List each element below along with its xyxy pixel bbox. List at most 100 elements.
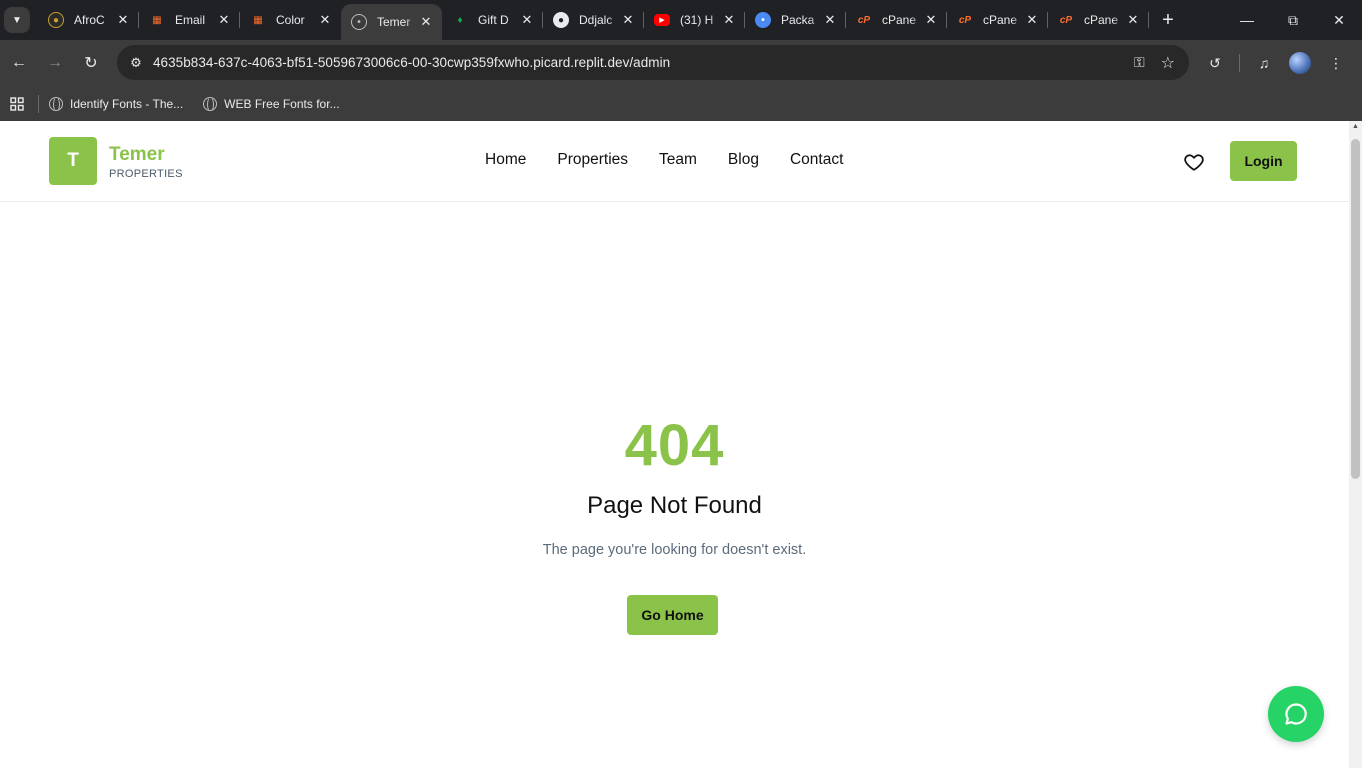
close-icon[interactable]: ✕ xyxy=(418,14,434,30)
browser-toolbar: ← → ↻ ⚙ 4635b834-637c-4063-bf51-50596730… xyxy=(0,40,1362,86)
tab-afroc[interactable]: ● AfroC ✕ xyxy=(38,0,139,40)
nav-blog[interactable]: Blog xyxy=(728,151,759,169)
toolbar-right: ↺ ♫ ⋮ xyxy=(1197,40,1354,86)
media-control-icon[interactable]: ♫ xyxy=(1246,55,1282,71)
tab-title: cPane xyxy=(882,13,917,27)
address-bar-actions: ⚿ ☆ xyxy=(1134,45,1175,80)
tab-list: ● AfroC ✕ ▦ Email ✕ ▦ Color ✕ • Temer ✕ … xyxy=(38,0,1149,40)
back-arrow-icon[interactable]: ← xyxy=(1,45,37,81)
scrollbar-thumb[interactable] xyxy=(1351,139,1360,479)
tab-youtube[interactable]: ▶ (31) H ✕ xyxy=(644,0,745,40)
globe-blue-icon: • xyxy=(755,12,771,28)
tab-temer[interactable]: • Temer ✕ xyxy=(341,4,442,40)
tab-cpanel-3[interactable]: cP cPane ✕ xyxy=(1048,0,1149,40)
tab-title: Packa xyxy=(781,13,815,27)
tab-title: cPane xyxy=(983,13,1018,27)
site-header: T Temer PROPERTIES Home Properties Team … xyxy=(0,121,1349,202)
cpanel-icon: cP xyxy=(1059,14,1073,26)
toolbar-divider xyxy=(1239,54,1240,72)
profile-avatar[interactable] xyxy=(1289,52,1311,74)
password-key-icon[interactable]: ⚿ xyxy=(1134,54,1145,71)
tab-gift[interactable]: ♦ Gift D ✕ xyxy=(442,0,543,40)
new-tab-button[interactable]: + xyxy=(1153,9,1183,32)
cpanel-icon: cP xyxy=(958,14,972,26)
tab-title: Temer xyxy=(377,15,411,29)
chevron-down-icon: ▼ xyxy=(12,14,22,26)
globe-icon: • xyxy=(351,14,367,30)
close-icon[interactable]: ✕ xyxy=(1024,12,1040,28)
tab-search-button[interactable]: ▼ xyxy=(4,7,30,33)
bookmark-web-free-fonts[interactable]: WEB Free Fonts for... xyxy=(203,96,340,112)
cpanel-cube-icon: ▦ xyxy=(152,14,162,26)
chat-bubble-icon xyxy=(1285,703,1307,725)
error-code: 404 xyxy=(624,413,725,478)
tab-title: cPane xyxy=(1084,13,1119,27)
minimize-icon[interactable]: — xyxy=(1224,0,1270,40)
apps-grid-icon[interactable] xyxy=(0,96,34,111)
tab-email[interactable]: ▦ Email ✕ xyxy=(139,0,240,40)
bookmarks-divider xyxy=(38,94,39,113)
close-window-icon[interactable]: ✕ xyxy=(1316,0,1362,40)
menu-kebab-icon[interactable]: ⋮ xyxy=(1318,55,1354,72)
history-icon[interactable]: ↺ xyxy=(1197,55,1233,72)
bookmark-label: WEB Free Fonts for... xyxy=(224,96,340,111)
afro-icon: ● xyxy=(48,12,64,28)
heart-icon[interactable] xyxy=(1183,151,1205,173)
bookmarks-bar: Identify Fonts - The... WEB Free Fonts f… xyxy=(0,86,1362,121)
window-controls: — ⧉ ✕ xyxy=(1224,0,1362,40)
go-home-button[interactable]: Go Home xyxy=(627,595,718,635)
brand-name[interactable]: Temer xyxy=(109,144,165,166)
tab-title: Ddjalc xyxy=(579,13,613,27)
nav-team[interactable]: Team xyxy=(659,151,697,169)
error-description: The page you're looking for doesn't exis… xyxy=(542,542,807,558)
tab-strip: ▼ ● AfroC ✕ ▦ Email ✕ ▦ Color ✕ • Temer … xyxy=(0,0,1362,40)
forward-arrow-icon[interactable]: → xyxy=(37,45,73,81)
page-scrollbar[interactable]: ▲ xyxy=(1349,121,1362,768)
tab-title: Color xyxy=(276,13,305,27)
close-icon[interactable]: ✕ xyxy=(620,12,636,28)
address-bar[interactable]: ⚙ 4635b834-637c-4063-bf51-5059673006c6-0… xyxy=(117,45,1189,80)
leaf-icon: ♦ xyxy=(457,14,463,26)
tab-title: Email xyxy=(175,13,206,27)
bookmark-identify-fonts[interactable]: Identify Fonts - The... xyxy=(49,96,184,112)
site-settings-icon[interactable]: ⚙ xyxy=(119,55,153,71)
page-title: Page Not Found xyxy=(587,492,762,519)
github-icon: ● xyxy=(553,12,569,28)
tab-title: Gift D xyxy=(478,13,509,27)
nav-contact[interactable]: Contact xyxy=(790,151,843,169)
close-icon[interactable]: ✕ xyxy=(1125,12,1141,28)
tab-color[interactable]: ▦ Color ✕ xyxy=(240,0,341,40)
nav-properties[interactable]: Properties xyxy=(557,151,628,169)
close-icon[interactable]: ✕ xyxy=(721,12,737,28)
nav-home[interactable]: Home xyxy=(485,151,526,169)
bookmark-star-icon[interactable]: ☆ xyxy=(1161,53,1175,73)
globe-icon xyxy=(203,96,218,112)
globe-icon xyxy=(49,96,63,112)
tab-cpanel-2[interactable]: cP cPane ✕ xyxy=(947,0,1048,40)
brand-tagline: PROPERTIES xyxy=(109,168,183,180)
tab-title: (31) H xyxy=(680,13,714,27)
close-icon[interactable]: ✕ xyxy=(317,12,333,28)
url-text[interactable]: 4635b834-637c-4063-bf51-5059673006c6-00-… xyxy=(153,55,670,70)
close-icon[interactable]: ✕ xyxy=(923,12,939,28)
tab-github[interactable]: ● Ddjalc ✕ xyxy=(543,0,644,40)
scroll-up-arrow-icon[interactable]: ▲ xyxy=(1349,123,1362,130)
restore-icon[interactable]: ⧉ xyxy=(1270,0,1316,40)
close-icon[interactable]: ✕ xyxy=(519,12,535,28)
close-icon[interactable]: ✕ xyxy=(115,12,131,28)
cpanel-cube-icon: ▦ xyxy=(253,14,263,26)
tab-packages[interactable]: • Packa ✕ xyxy=(745,0,846,40)
youtube-icon: ▶ xyxy=(654,14,670,26)
tab-title: AfroC xyxy=(74,13,105,27)
login-button[interactable]: Login xyxy=(1230,141,1297,181)
logo-letter: T xyxy=(67,150,79,171)
logo-mark[interactable]: T xyxy=(49,137,97,185)
tab-cpanel-1[interactable]: cP cPane ✕ xyxy=(846,0,947,40)
reload-icon[interactable]: ↻ xyxy=(73,45,109,81)
bookmark-label: Identify Fonts - The... xyxy=(70,96,184,111)
close-icon[interactable]: ✕ xyxy=(216,12,232,28)
close-icon[interactable]: ✕ xyxy=(822,12,838,28)
page-viewport: T Temer PROPERTIES Home Properties Team … xyxy=(0,121,1349,768)
whatsapp-chat-button[interactable] xyxy=(1268,686,1324,742)
main-nav: Home Properties Team Blog Contact xyxy=(485,151,843,169)
